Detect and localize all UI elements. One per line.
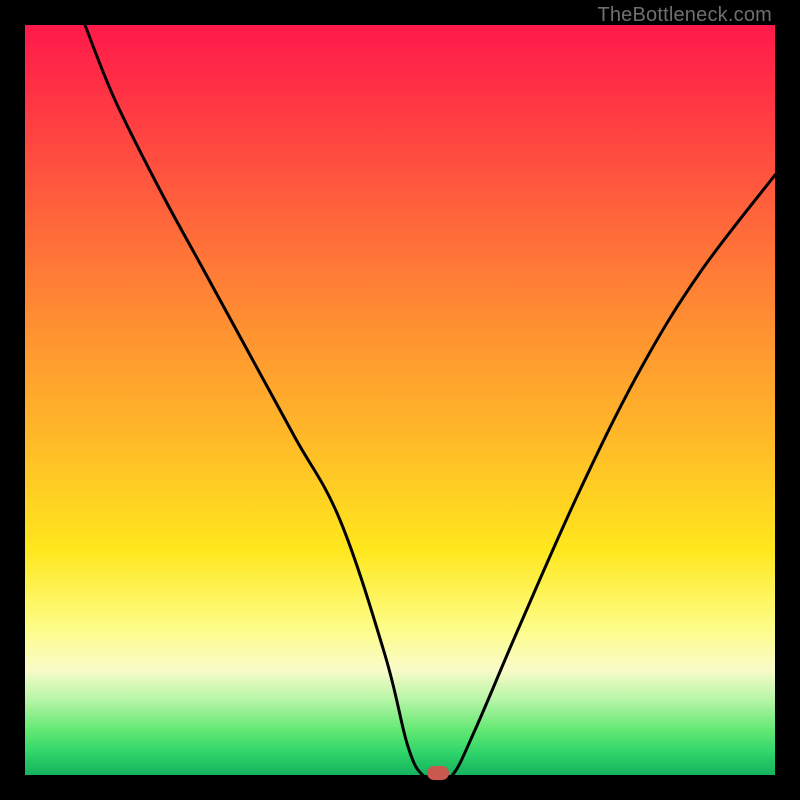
watermark-text: TheBottleneck.com bbox=[597, 4, 772, 27]
bottleneck-curve bbox=[25, 25, 775, 775]
minimum-marker bbox=[427, 766, 449, 780]
chart-frame: TheBottleneck.com bbox=[0, 0, 800, 800]
